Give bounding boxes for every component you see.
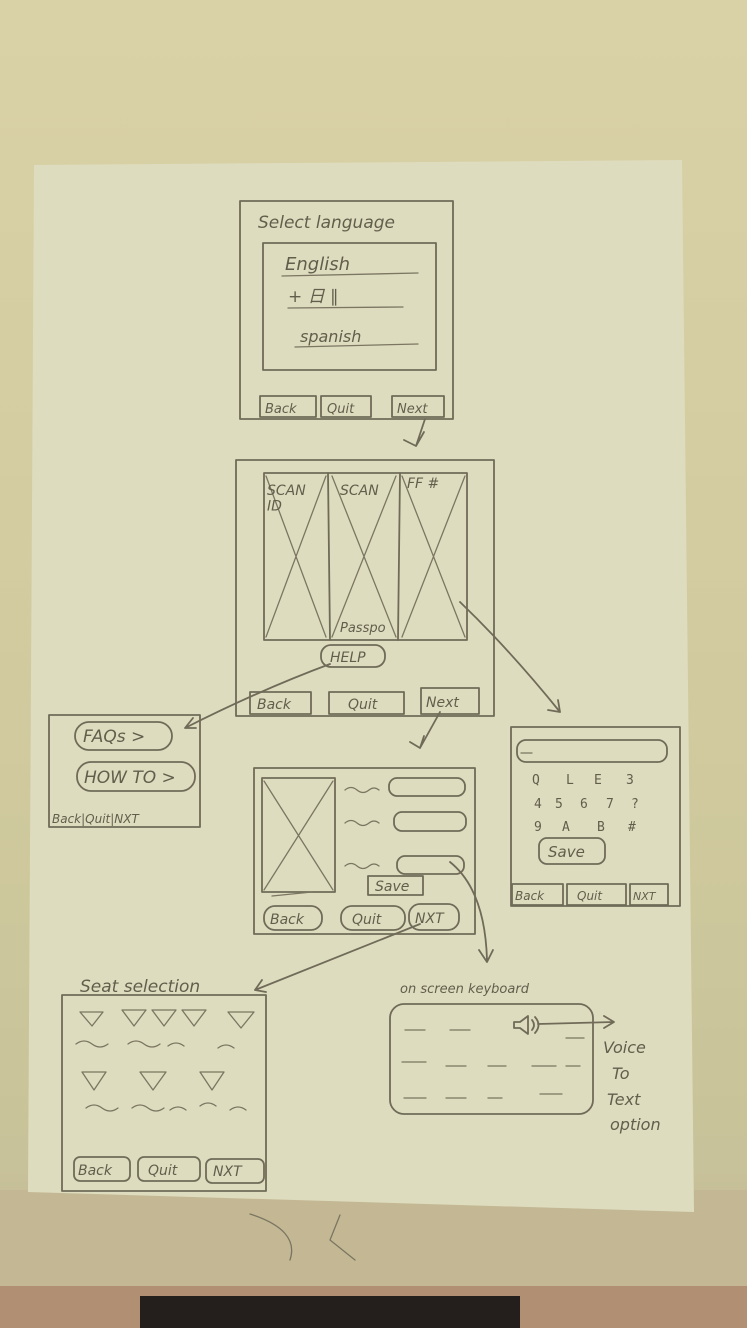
key-5[interactable]: 5	[555, 797, 563, 812]
scan-back-label: Back	[257, 697, 292, 713]
dark-object	[140, 1296, 520, 1328]
scan-passport-top-label[interactable]: SCAN	[340, 483, 379, 499]
seat-title: Seat selection	[80, 977, 200, 997]
keypad-save-label: Save	[548, 843, 585, 861]
key-q[interactable]: Q	[532, 773, 540, 788]
scan-quit-label: Quit	[348, 697, 378, 713]
seat-quit-label: Quit	[148, 1163, 178, 1179]
language-title: Select language	[258, 213, 395, 233]
key-3[interactable]: 3	[626, 773, 634, 788]
key-4[interactable]: 4	[534, 797, 542, 812]
seat-next-label: NXT	[213, 1164, 243, 1180]
help-button-label: HELP	[330, 650, 366, 666]
keypad-quit-label: Quit	[577, 889, 603, 903]
voice-label-3: Text	[607, 1090, 641, 1109]
key-9[interactable]: 9	[534, 820, 542, 835]
form-back-label: Back	[270, 912, 305, 928]
language-option-english[interactable]: English	[285, 254, 350, 275]
form-save-label: Save	[375, 879, 409, 895]
scan-next-label: Next	[426, 695, 459, 711]
paper-sheet	[28, 160, 694, 1212]
key-7[interactable]: 7	[606, 797, 614, 812]
key-question[interactable]: ?	[631, 797, 639, 812]
voice-label-2: To	[612, 1064, 630, 1083]
language-back-label: Back	[265, 402, 297, 417]
key-l[interactable]: L	[566, 773, 574, 788]
how-to-label: HOW TO >	[84, 768, 176, 788]
seat-back-label: Back	[78, 1163, 113, 1179]
scan-passport-bottom-label: Passpo	[340, 621, 386, 636]
voice-label-4: option	[610, 1115, 661, 1134]
faqs-label: FAQs >	[83, 727, 145, 747]
wireframe-sketch-photo: Select language English + 日 ∥ spanish Ba…	[0, 160, 747, 1328]
key-6[interactable]: 6	[580, 797, 588, 812]
help-nav-buttons[interactable]: Back|Quit|NXT	[52, 812, 141, 826]
keypad-next-label: NXT	[633, 890, 657, 903]
keypad-back-label: Back	[515, 889, 545, 903]
voice-label-1: Voice	[603, 1038, 646, 1057]
key-hash[interactable]: #	[628, 820, 636, 835]
language-option-other[interactable]: + 日 ∥	[288, 287, 339, 307]
form-quit-label: Quit	[352, 912, 382, 928]
key-b[interactable]: B	[597, 820, 605, 835]
keyboard-note-title: on screen keyboard	[400, 982, 530, 997]
scan-ff-label[interactable]: FF #	[407, 476, 439, 492]
language-next-label: Next	[397, 402, 428, 417]
language-quit-label: Quit	[327, 402, 355, 417]
key-a[interactable]: A	[562, 820, 570, 835]
language-option-spanish[interactable]: spanish	[300, 327, 361, 346]
key-e[interactable]: E	[594, 773, 602, 788]
